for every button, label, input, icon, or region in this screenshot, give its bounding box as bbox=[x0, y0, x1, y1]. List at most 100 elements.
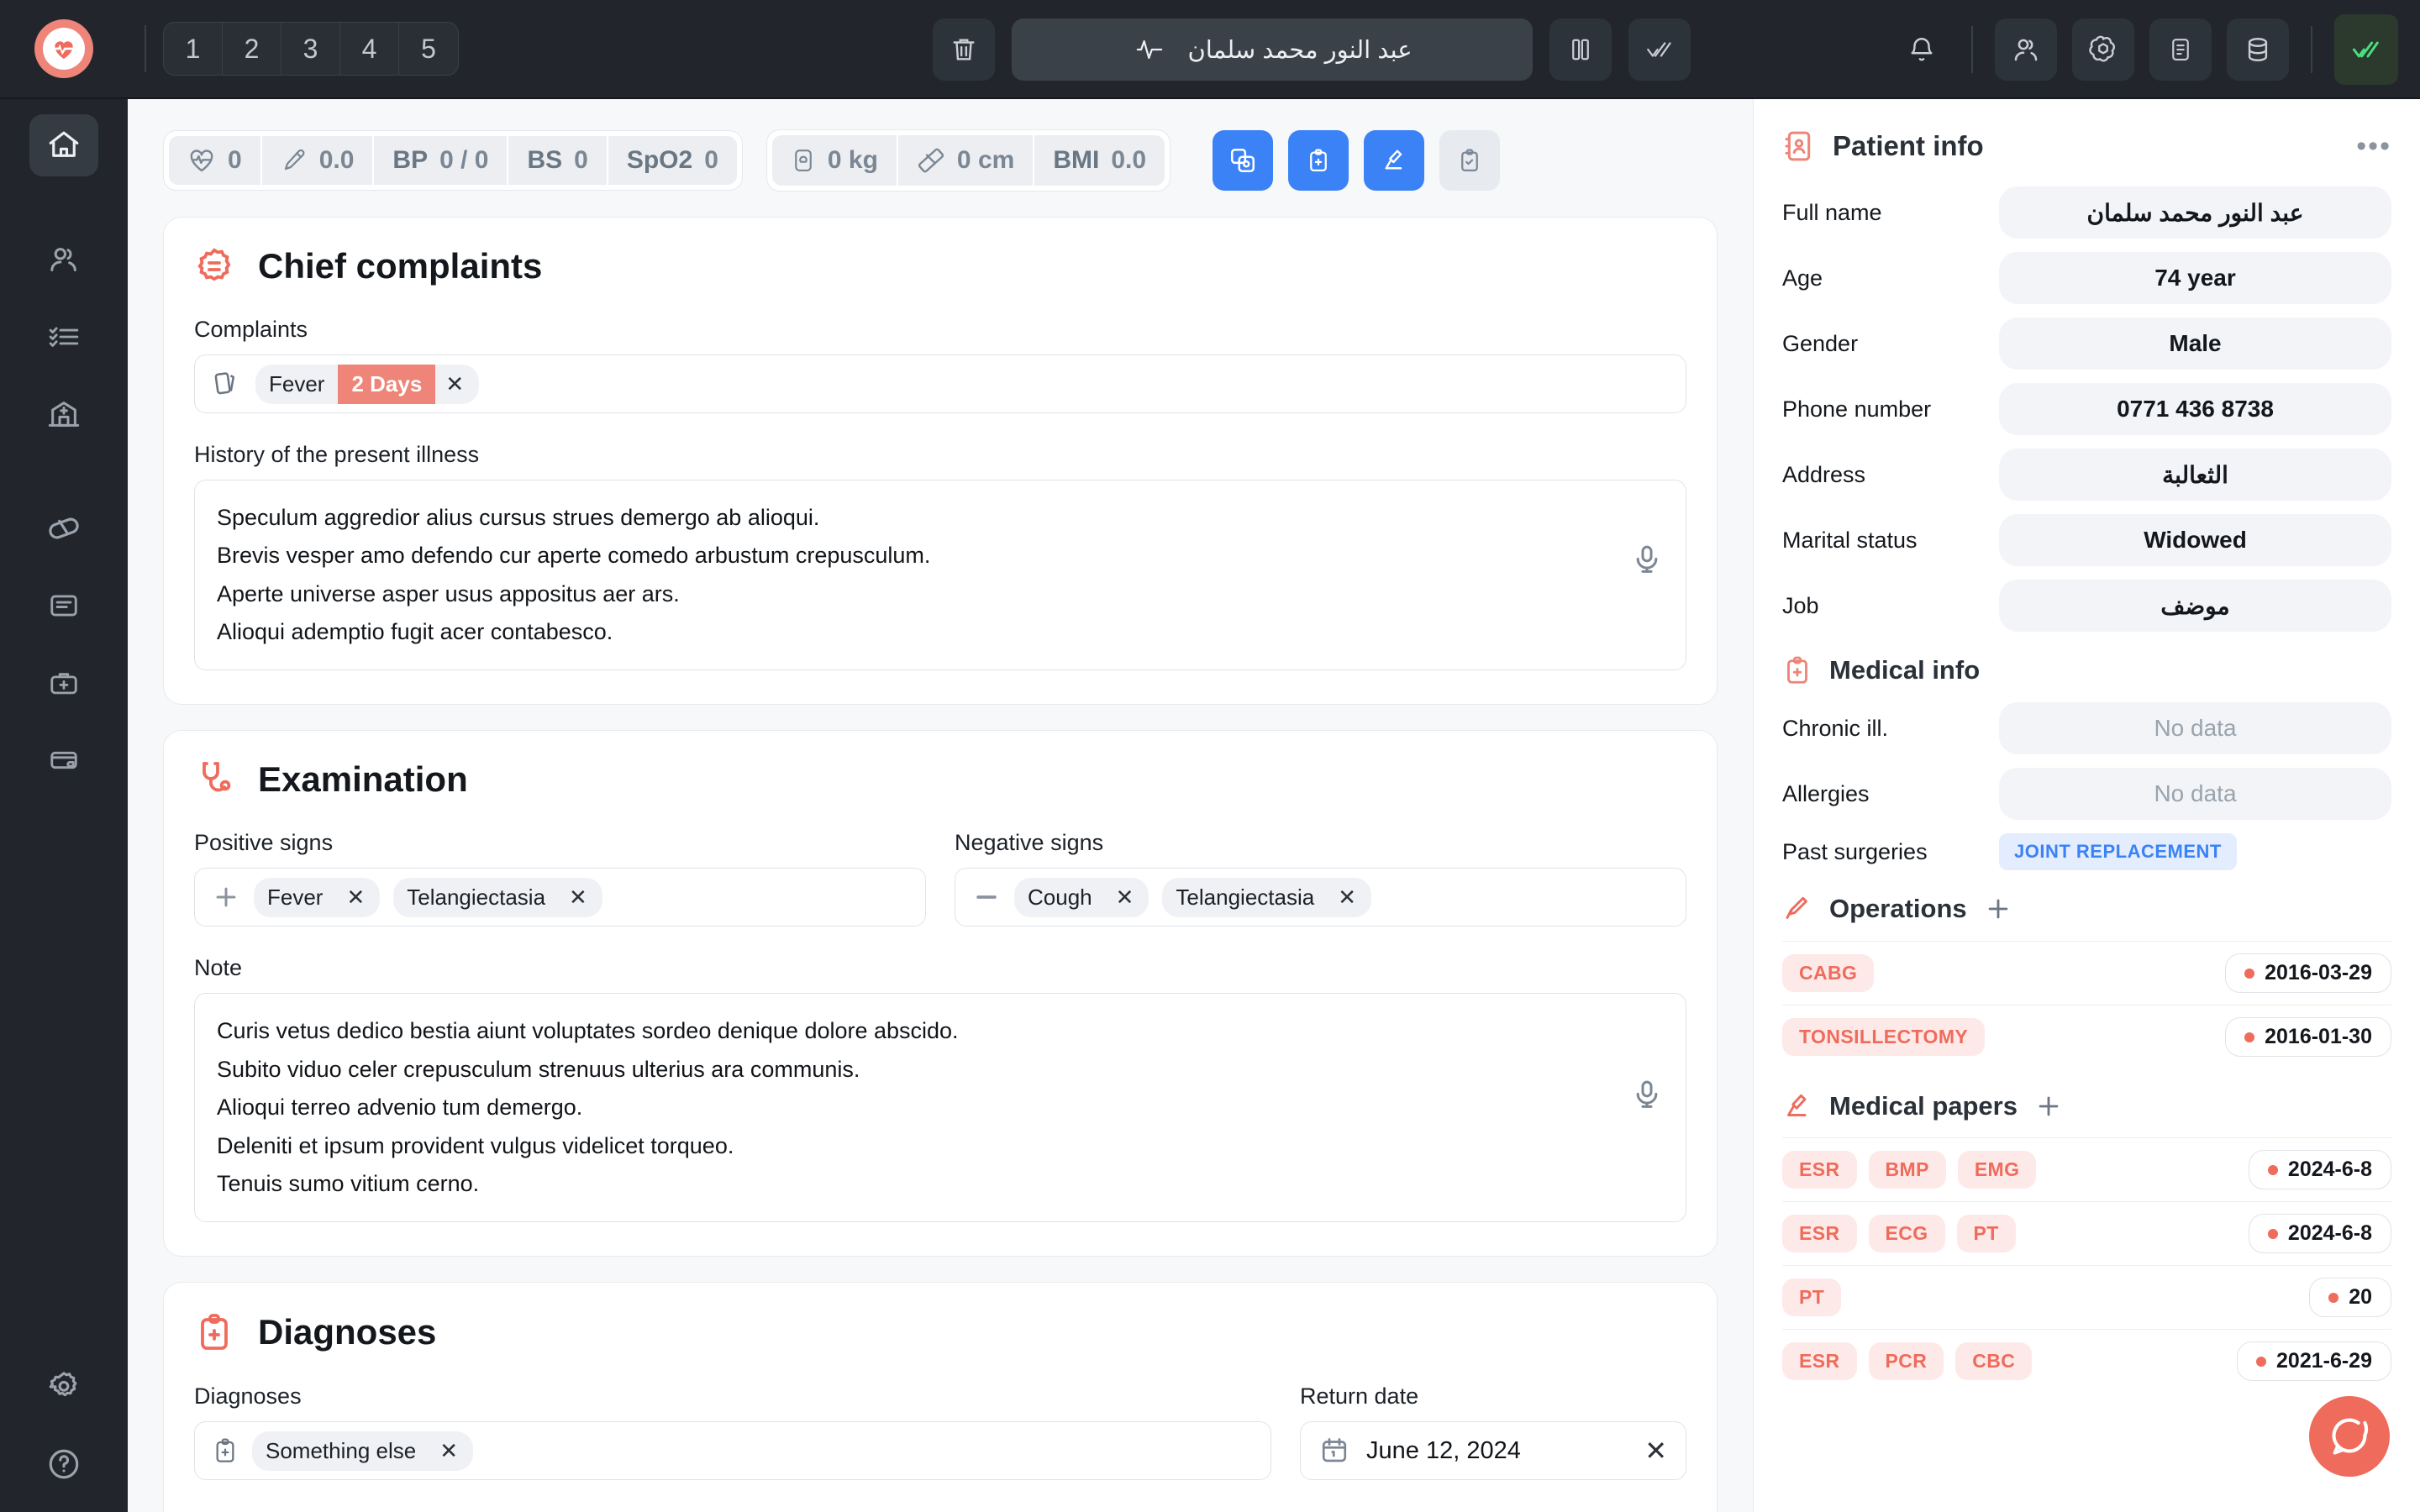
gear-icon bbox=[46, 1369, 82, 1404]
complete-visit-button[interactable] bbox=[1628, 18, 1691, 81]
sidebar-item-medicines[interactable] bbox=[29, 497, 98, 559]
field-label: Gender bbox=[1782, 331, 1999, 357]
vital-height[interactable]: 0 cm bbox=[898, 135, 1033, 186]
diagnoses-field-block: Diagnoses Something else ✕ bbox=[194, 1383, 1271, 1480]
field-value[interactable]: No data bbox=[1999, 702, 2391, 754]
operation-row[interactable]: CABG 2016-03-29 bbox=[1782, 941, 2391, 1005]
checklist-icon bbox=[45, 321, 82, 353]
field-value[interactable]: 74 year bbox=[1999, 252, 2391, 304]
vital-temperature[interactable]: 0.0 bbox=[262, 136, 373, 185]
operation-row[interactable]: TONSILLECTOMY 2016-01-30 bbox=[1782, 1005, 2391, 1068]
delete-visit-button[interactable] bbox=[933, 18, 995, 81]
chat-button[interactable] bbox=[2309, 1396, 2390, 1477]
database-button[interactable] bbox=[2227, 18, 2289, 81]
negative-sign-chip[interactable]: Telangiectasia ✕ bbox=[1162, 878, 1371, 917]
clear-return-date-icon[interactable]: ✕ bbox=[1644, 1435, 1667, 1467]
ai-assistant-button[interactable] bbox=[2072, 18, 2134, 81]
field-label: Full name bbox=[1782, 200, 1999, 226]
history-textarea[interactable]: Speculum aggredior alius cursus strues d… bbox=[194, 480, 1686, 670]
people-icon bbox=[2011, 34, 2041, 65]
vital-blood-pressure[interactable]: BP 0 / 0 bbox=[374, 136, 507, 185]
paper-tag: CBC bbox=[1955, 1342, 2032, 1380]
negative-signs-input[interactable]: Cough ✕ Telangiectasia ✕ bbox=[955, 868, 1686, 927]
brand-logo[interactable] bbox=[0, 19, 128, 78]
notifications-button[interactable] bbox=[1894, 22, 1949, 77]
field-value[interactable]: Male bbox=[1999, 318, 2391, 370]
past-surgery-chip[interactable]: JOINT REPLACEMENT bbox=[1999, 833, 2237, 870]
return-date-input[interactable]: June 12, 2024 ✕ bbox=[1300, 1421, 1686, 1480]
vital-heart-rate-value: 0 bbox=[228, 146, 242, 175]
page-button-2[interactable]: 2 bbox=[223, 23, 281, 75]
remove-complaint-icon[interactable]: ✕ bbox=[435, 365, 479, 404]
vital-bmi[interactable]: BMI 0.0 bbox=[1034, 135, 1165, 186]
diagnosis-chip[interactable]: Something else ✕ bbox=[252, 1431, 473, 1471]
remove-sign-icon[interactable]: ✕ bbox=[559, 878, 602, 917]
medical-paper-row[interactable]: PT 20 bbox=[1782, 1265, 2391, 1329]
history-line: Alioqui ademptio fugit acer contabesco. bbox=[217, 613, 930, 651]
vitals-actions bbox=[1213, 130, 1500, 191]
page-button-4[interactable]: 4 bbox=[340, 23, 399, 75]
remove-sign-icon[interactable]: ✕ bbox=[1106, 878, 1150, 917]
diagnoses-input[interactable]: Something else ✕ bbox=[194, 1421, 1271, 1480]
complaint-chip[interactable]: Fever 2 Days ✕ bbox=[255, 365, 479, 404]
medical-paper-row[interactable]: ESR BMP EMG 2024-6-8 bbox=[1782, 1137, 2391, 1201]
vital-weight[interactable]: 0 kg bbox=[772, 135, 897, 186]
sidebar-item-home[interactable] bbox=[29, 114, 98, 176]
sidebar-item-tasks[interactable] bbox=[29, 306, 98, 368]
page-button-3[interactable]: 3 bbox=[281, 23, 340, 75]
remove-sign-icon[interactable]: ✕ bbox=[336, 878, 380, 917]
field-value[interactable]: عبد النور محمد سلمان bbox=[1999, 186, 2391, 239]
copy-visit-button[interactable] bbox=[1213, 130, 1273, 191]
documents-button[interactable] bbox=[2149, 18, 2212, 81]
field-value[interactable]: Widowed bbox=[1999, 514, 2391, 566]
paper-date-text: 20 bbox=[2349, 1285, 2372, 1310]
complaints-input[interactable]: Fever 2 Days ✕ bbox=[194, 354, 1686, 413]
sidebar-item-help[interactable] bbox=[29, 1433, 98, 1495]
page-button-5[interactable]: 5 bbox=[399, 23, 458, 75]
remove-sign-icon[interactable]: ✕ bbox=[1328, 878, 1371, 917]
field-value[interactable]: موضف bbox=[1999, 580, 2391, 632]
pause-button[interactable] bbox=[1549, 18, 1612, 81]
patient-name-pill[interactable]: عبد النور محمد سلمان bbox=[1012, 18, 1533, 81]
copy-files-icon bbox=[1228, 146, 1257, 175]
medical-paper-row[interactable]: ESR ECG PT 2024-6-8 bbox=[1782, 1201, 2391, 1265]
page-selector[interactable]: 1 2 3 4 5 bbox=[163, 22, 459, 76]
status-dot-icon bbox=[2244, 969, 2254, 979]
patient-info-menu-button[interactable]: ••• bbox=[2356, 130, 2391, 163]
history-line: Brevis vesper amo defendo cur aperte com… bbox=[217, 537, 930, 575]
field-value[interactable]: 0771 436 8738 bbox=[1999, 383, 2391, 435]
page-button-1[interactable]: 1 bbox=[164, 23, 223, 75]
remove-diagnosis-icon[interactable]: ✕ bbox=[429, 1431, 473, 1471]
history-label: History of the present illness bbox=[194, 442, 1686, 468]
operation-date: 2016-03-29 bbox=[2225, 953, 2391, 993]
people-button[interactable] bbox=[1995, 18, 2057, 81]
medical-paper-row[interactable]: ESR PCR CBC 2021-6-29 bbox=[1782, 1329, 2391, 1393]
vital-spo2[interactable]: SpO2 0 bbox=[608, 136, 737, 185]
field-label: Age bbox=[1782, 265, 1999, 291]
exam-note-textarea[interactable]: Curis vetus dedico bestia aiunt voluptat… bbox=[194, 993, 1686, 1222]
checklist-button[interactable] bbox=[1439, 130, 1500, 191]
paper-tag: ECG bbox=[1869, 1215, 1945, 1252]
sidebar-item-patients[interactable] bbox=[29, 228, 98, 291]
vital-blood-sugar[interactable]: BS 0 bbox=[508, 136, 606, 185]
prescription-button[interactable] bbox=[1288, 130, 1349, 191]
paper-date-text: 2024-6-8 bbox=[2288, 1221, 2372, 1246]
sidebar-item-clinic[interactable] bbox=[29, 383, 98, 445]
negative-sign-chip[interactable]: Cough ✕ bbox=[1014, 878, 1149, 917]
positive-sign-chip[interactable]: Fever ✕ bbox=[254, 878, 380, 917]
sidebar-item-reports[interactable] bbox=[29, 575, 98, 637]
paper-tag: PT bbox=[1957, 1215, 2016, 1252]
positive-sign-chip[interactable]: Telangiectasia ✕ bbox=[393, 878, 602, 917]
clipboard-check-icon bbox=[1457, 145, 1482, 176]
sidebar-item-wallet[interactable] bbox=[29, 729, 98, 791]
sidebar-item-cases[interactable] bbox=[29, 652, 98, 714]
field-value[interactable]: الثعالبة bbox=[1999, 449, 2391, 501]
sidebar-item-settings[interactable] bbox=[29, 1356, 98, 1418]
lab-button[interactable] bbox=[1364, 130, 1424, 191]
vital-heart-rate[interactable]: 0 bbox=[169, 136, 260, 185]
confirm-all-button[interactable] bbox=[2334, 14, 2398, 85]
microphone-icon bbox=[1630, 1078, 1664, 1113]
positive-signs-input[interactable]: Fever ✕ Telangiectasia ✕ bbox=[194, 868, 926, 927]
card-header: Examination bbox=[194, 759, 1686, 800]
field-value[interactable]: No data bbox=[1999, 768, 2391, 820]
